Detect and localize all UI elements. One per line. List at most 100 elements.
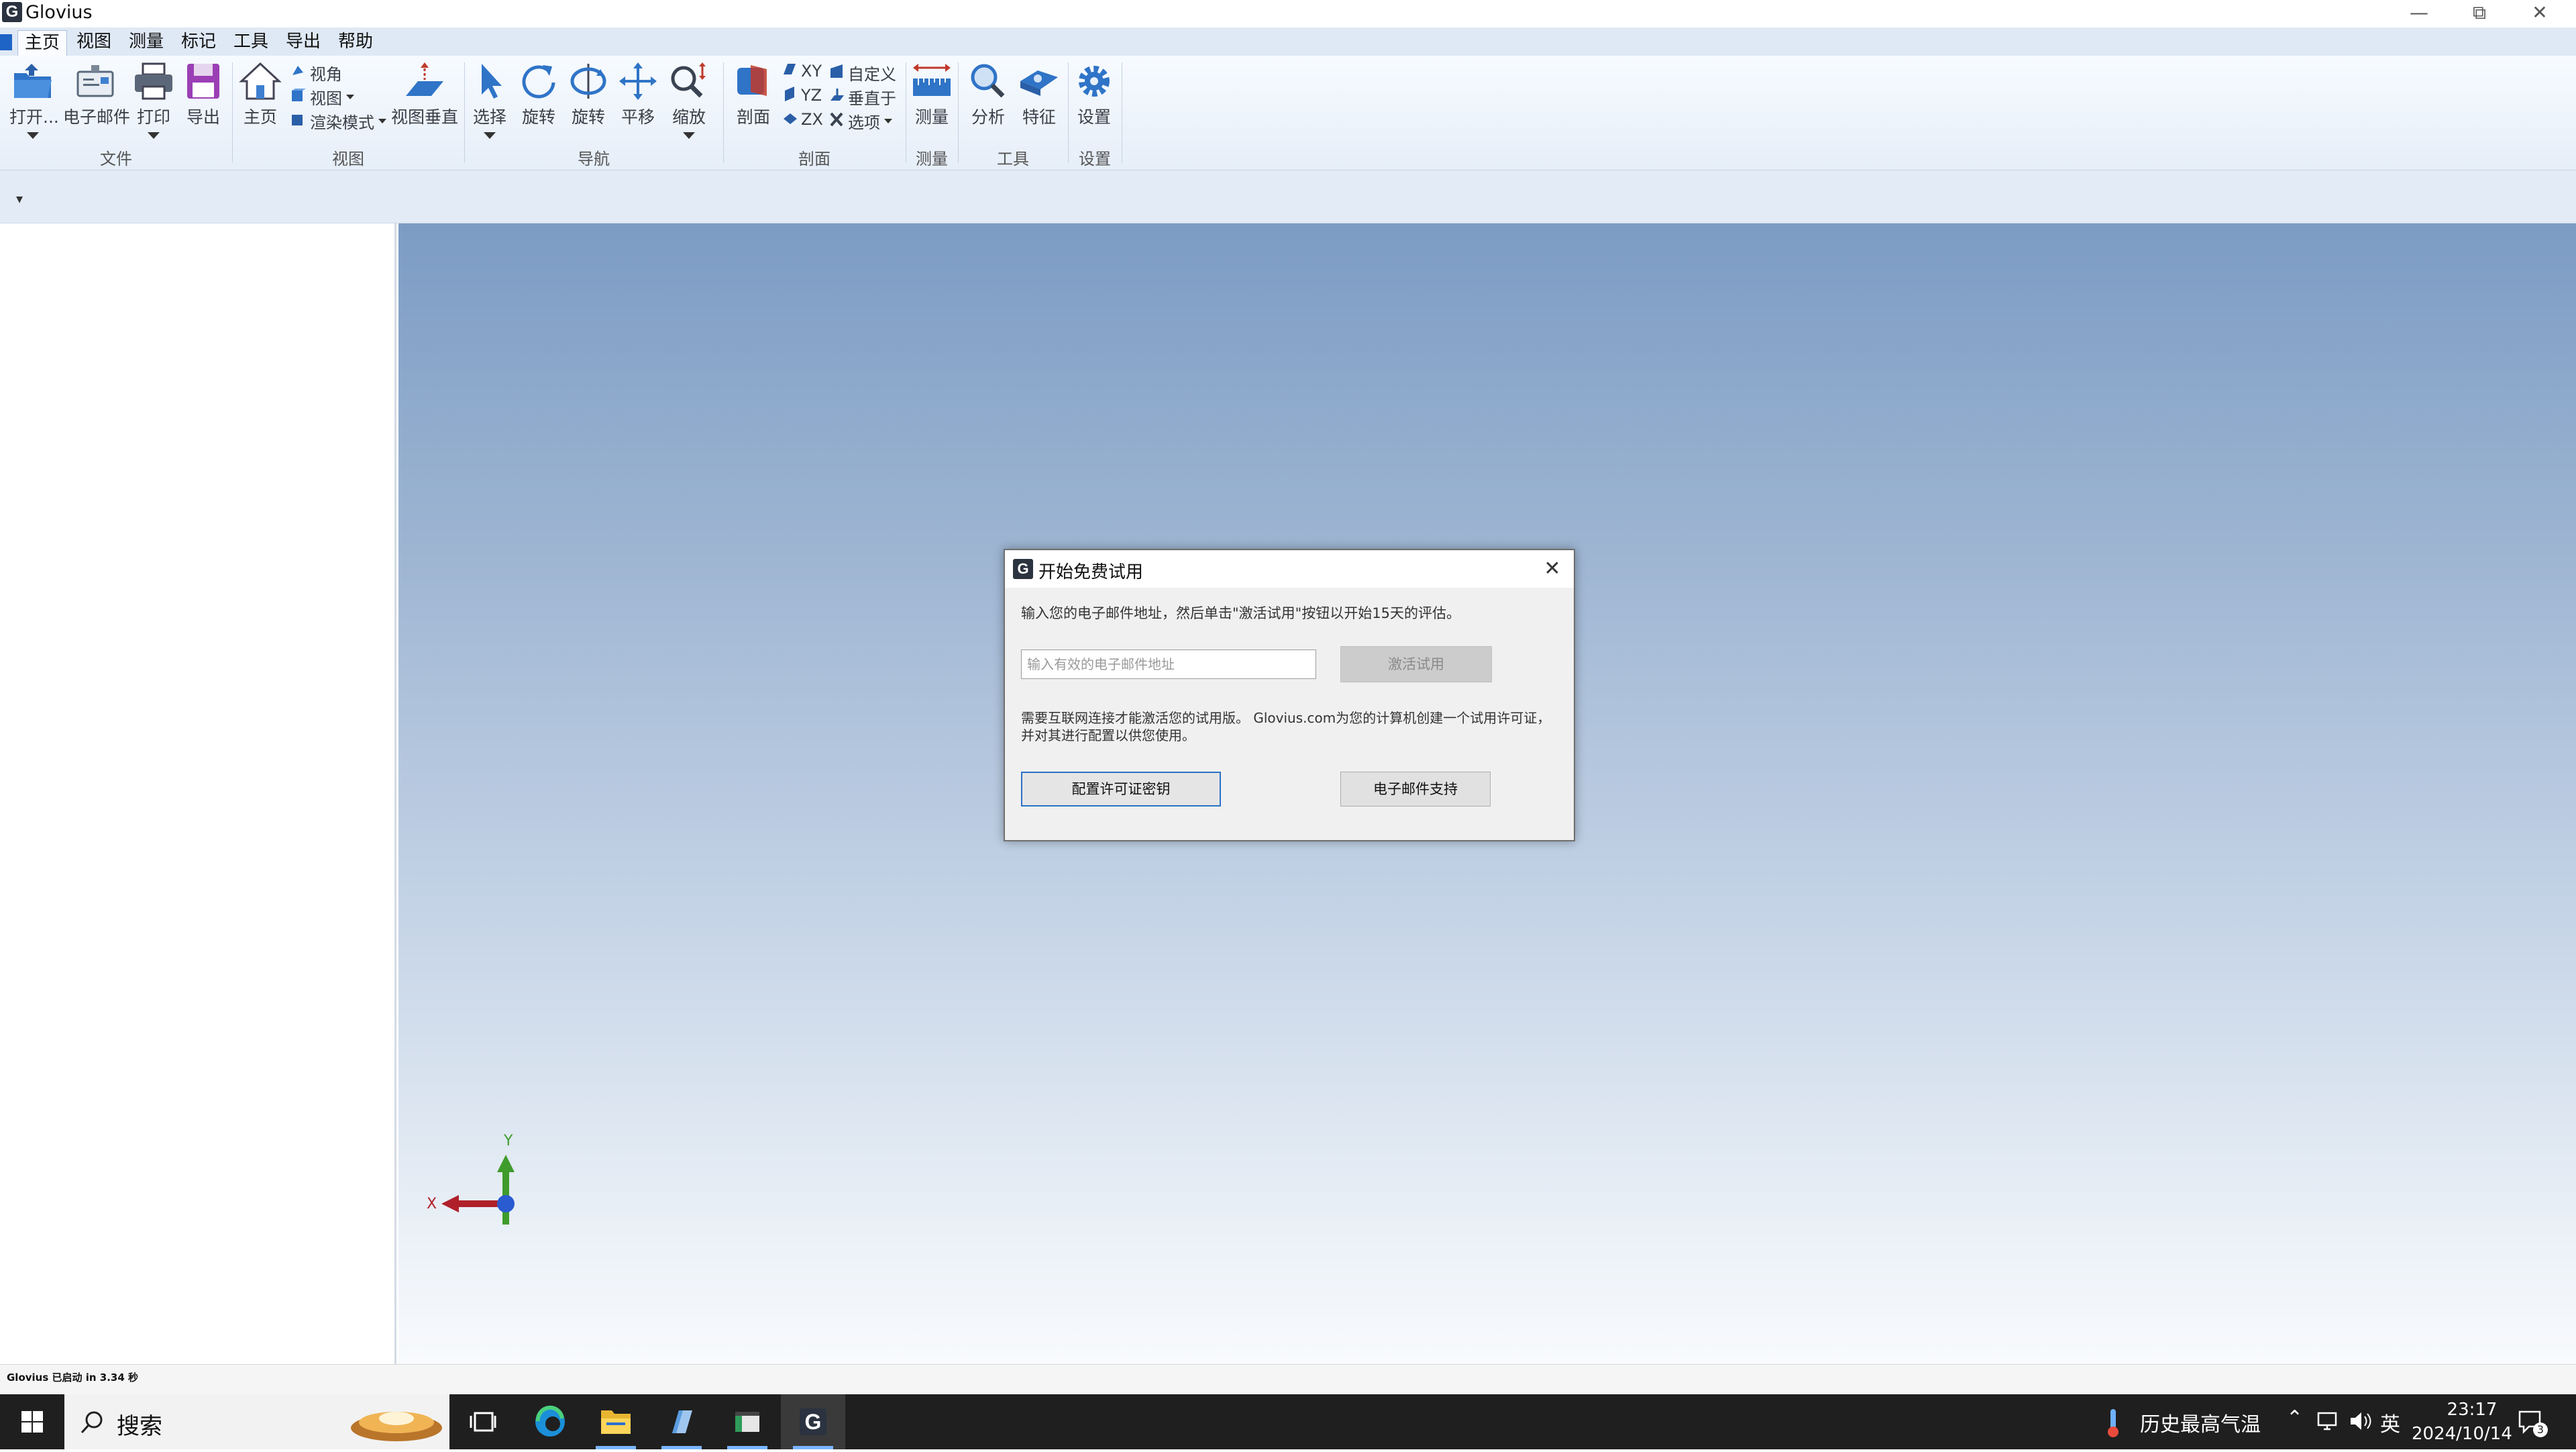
menu-bar: 主页 视图 测量 标记 工具 导出 帮助 [0,28,2576,56]
menu-tools[interactable]: 工具 [227,28,275,56]
dialog-close-icon[interactable]: ✕ [1539,556,1566,582]
dialog-title-bar: G 开始免费试用 ✕ [1005,550,1574,588]
show-hidden-icons-icon[interactable]: ⌃ [2286,1406,2303,1430]
rotate-axis-icon [570,64,606,99]
start-button[interactable] [0,1394,64,1449]
weather-label[interactable]: 历史最高气温 [2140,1408,2261,1437]
group-label-file: 文件 [100,150,132,168]
input-language-indicator[interactable]: 英 [2380,1408,2400,1437]
email-support-button[interactable]: 电子邮件支持 [1340,772,1491,807]
chevron-down-icon[interactable] [683,132,695,139]
menu-markup[interactable]: 标记 [174,28,223,56]
volume-icon[interactable] [2348,1409,2373,1433]
zoom-button[interactable]: 缩放 [667,61,711,139]
menu-view[interactable]: 视图 [70,28,118,56]
email-icon [76,65,114,97]
group-label-view: 视图 [332,150,364,168]
activate-trial-button[interactable]: 激活试用 [1340,646,1492,682]
group-label-tools: 工具 [997,150,1029,168]
menu-export[interactable]: 导出 [279,28,327,56]
open-button[interactable]: 打开... [9,61,59,139]
taskbar-search-box[interactable]: 搜索 [64,1394,449,1449]
render-mode-button[interactable]: 渲染模式 [290,109,386,133]
feature-part-icon [1020,70,1058,96]
clock-date[interactable]: 2024/10/14 [2412,1424,2512,1444]
group-label-settings: 设置 [1079,150,1111,168]
view-angle-button[interactable]: 视角 [290,61,342,85]
minimize-button[interactable]: — [2392,0,2446,27]
pie-dish-icon [351,1412,442,1441]
section-cut-icon [737,65,767,96]
dialog-note-line2: 并对其进行配置以供您使用。 [1021,727,1195,743]
email-button[interactable]: 电子邮件 [63,61,130,128]
plane-zx-icon [782,109,797,129]
task-view-button[interactable] [451,1394,515,1449]
notification-count-badge: 3 [2533,1422,2548,1437]
section-xy-button[interactable]: XY [782,61,822,81]
chevron-down-icon[interactable] [148,132,160,139]
gear-icon [1079,66,1110,97]
group-label-measure: 测量 [916,150,948,168]
section-custom-button[interactable]: 自定义 [829,61,896,85]
rotate-axis-button[interactable]: 旋转 [566,61,610,128]
custom-plane-icon [829,63,844,83]
view-dropdown-button[interactable]: 视图 [290,85,354,109]
pan-button[interactable]: 平移 [616,61,660,128]
file-explorer-button[interactable] [584,1394,648,1449]
free-trial-dialog: G 开始免费试用 ✕ 输入您的电子邮件地址，然后单击"激活试用"按钮以开始15天… [1004,549,1575,841]
section-options-button[interactable]: 选项 [829,109,892,133]
network-icon[interactable] [2316,1410,2340,1433]
z-axis-dot [497,1195,515,1212]
edge-browser-icon [535,1405,565,1437]
select-button[interactable]: 选择 [468,61,511,139]
home-icon [239,62,282,100]
print-button[interactable]: 打印 [131,61,176,139]
glovius-viewer-taskbar-button[interactable] [649,1394,714,1449]
thermometer-icon [2108,1409,2118,1437]
quick-access-menu-icon[interactable] [0,34,12,50]
chevron-down-icon [346,95,354,99]
window-title: Glovius [25,2,93,23]
plane-yz-icon [782,85,797,105]
section-zx-button[interactable]: ZX [782,109,823,129]
chevron-down-icon[interactable] [27,132,39,139]
export-button[interactable]: 导出 [181,61,225,128]
app-window-taskbar-button[interactable] [715,1394,780,1449]
settings-button[interactable]: 设置 [1072,61,1116,128]
section-yz-button[interactable]: YZ [782,85,822,105]
svg-text:G: G [805,1410,822,1434]
document-viewer-icon [672,1410,692,1433]
email-input[interactable] [1021,650,1316,679]
rotate-button[interactable]: 旋转 [517,61,561,128]
task-view-icon [470,1412,496,1432]
home-view-button[interactable]: 主页 [236,61,284,128]
model-tree-panel[interactable] [0,223,396,1364]
section-perpendicular-button[interactable]: 垂直于 [829,85,896,109]
menu-help[interactable]: 帮助 [331,28,380,56]
x-axis-arrowhead [441,1195,459,1212]
restore-button[interactable]: ⧉ [2453,0,2506,27]
clock-time[interactable]: 23:17 [2435,1400,2509,1420]
feature-button[interactable]: 特征 [1017,61,1061,128]
measure-button[interactable]: 测量 [910,61,954,128]
ruler-measure-icon [913,64,951,96]
customize-toolbar-icon[interactable]: ▾ [16,191,23,207]
notification-center-icon[interactable]: 3 [2517,1408,2548,1437]
group-label-section: 剖面 [798,150,830,168]
menu-home[interactable]: 主页 [17,30,68,56]
configure-license-button[interactable]: 配置许可证密钥 [1021,772,1221,807]
dialog-note: 需要互联网连接才能激活您的试用版。 Glovius.com为您的计算机创建一个试… [1021,709,1558,744]
edge-browser-button[interactable] [518,1394,582,1449]
normal-view-button[interactable]: 视图垂直 [390,61,459,128]
glovius-taskbar-button[interactable]: G [781,1394,845,1449]
analyze-button[interactable]: 分析 [966,61,1010,128]
folder-icon [601,1410,631,1434]
pan-arrows-icon [619,62,657,100]
section-button[interactable]: 剖面 [730,61,777,128]
chevron-down-icon[interactable] [484,132,496,139]
y-axis-label: Y [503,1133,513,1149]
close-button[interactable]: ✕ [2513,0,2567,27]
plane-xy-icon [782,61,797,81]
perpendicular-icon [829,87,844,107]
menu-measure[interactable]: 测量 [122,28,170,56]
